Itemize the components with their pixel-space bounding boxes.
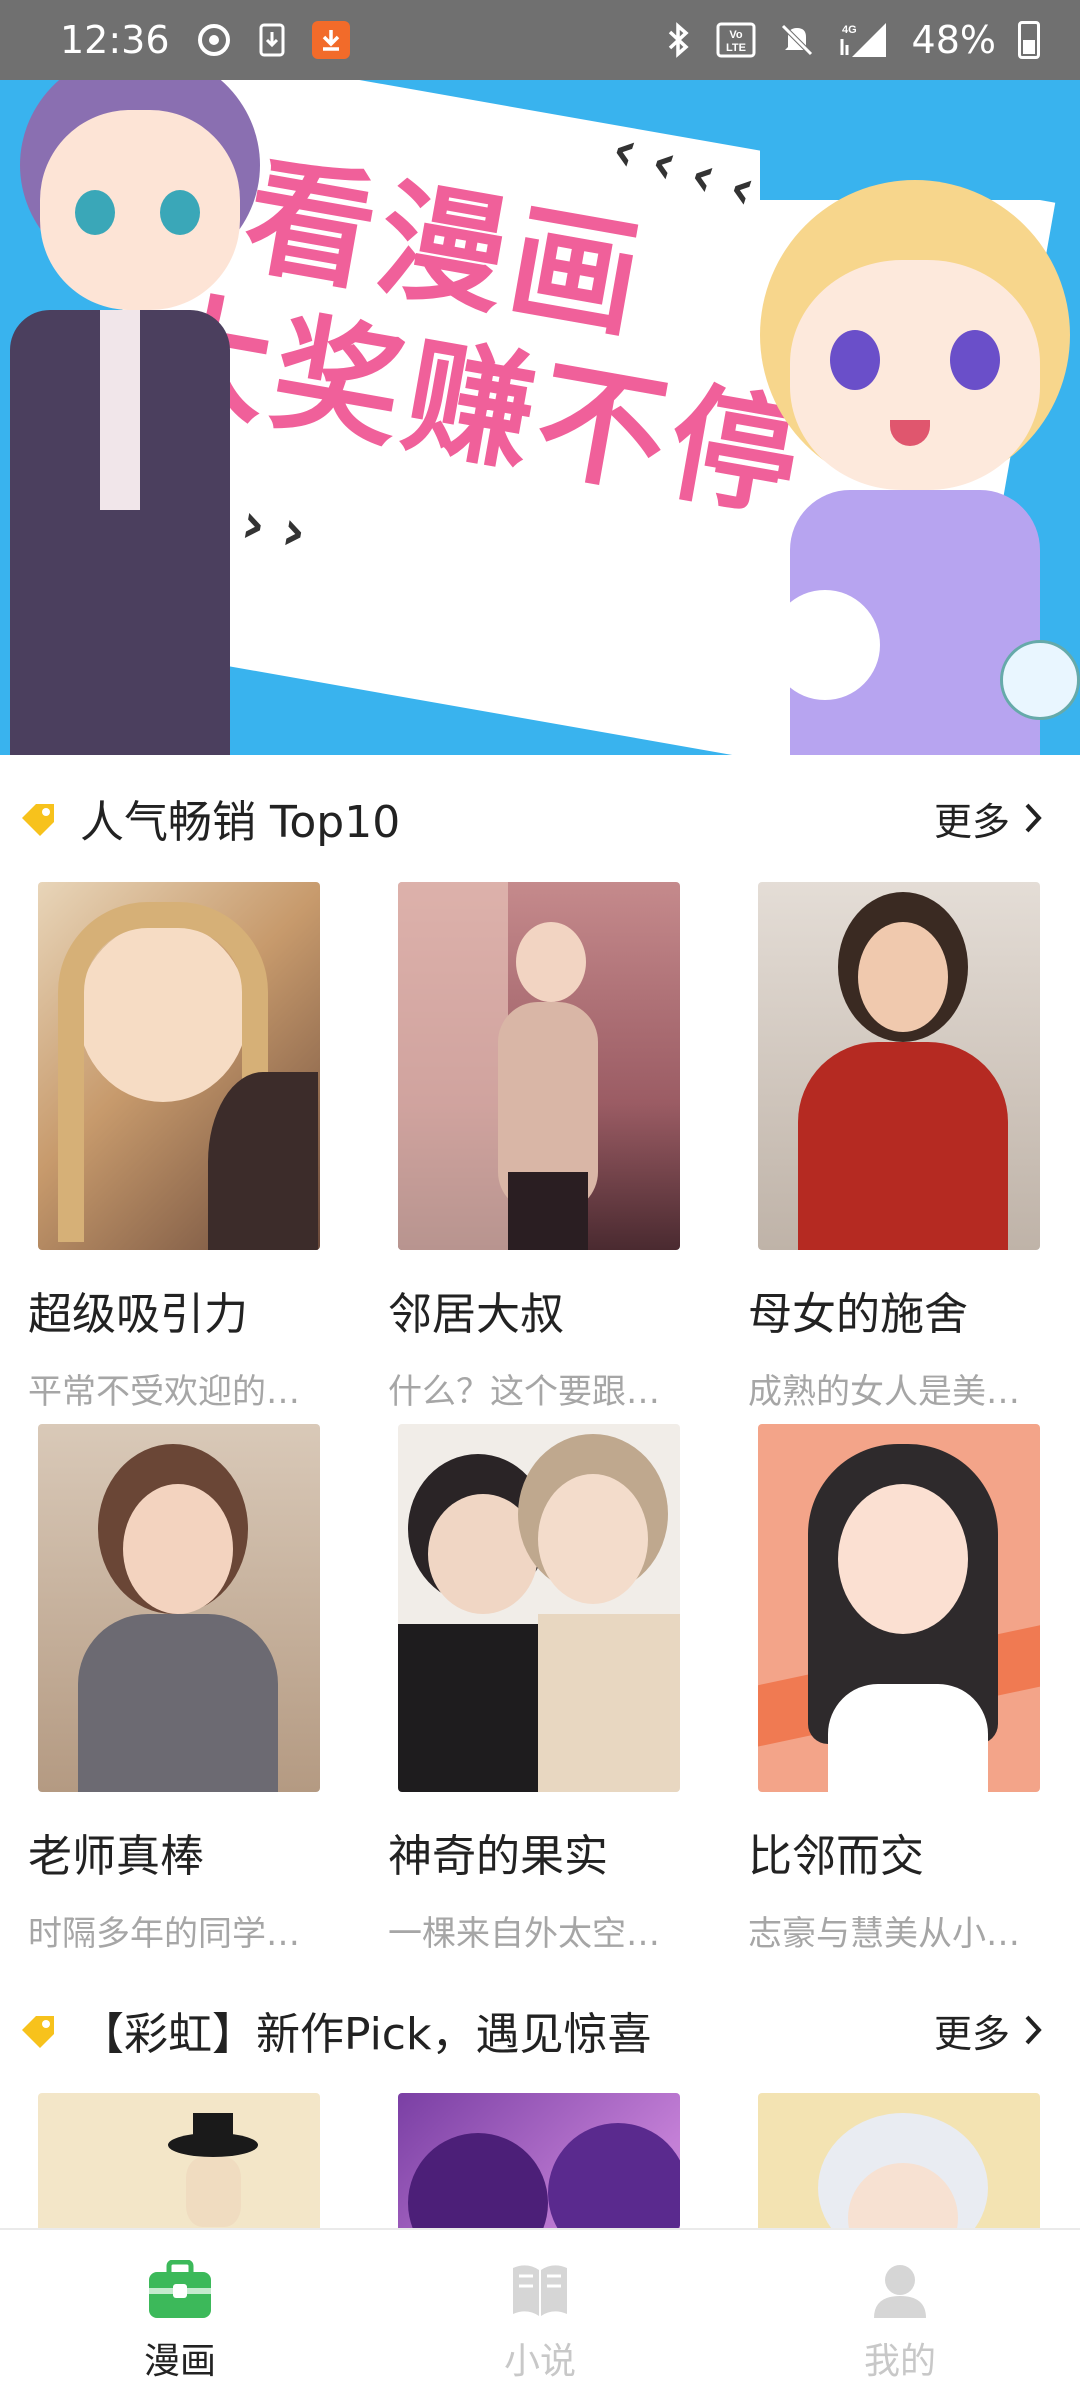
bottom-nav: 漫画 小说 我的: [0, 2228, 1080, 2400]
comic-title: 邻居大叔: [388, 1289, 564, 1340]
svg-text:LTE: LTE: [726, 42, 746, 54]
more-label: 更多: [933, 799, 1010, 844]
section-header-rainbow: 【彩虹】新作Pick，遇见惊喜 更多: [0, 1985, 1080, 2075]
more-button-rainbow[interactable]: 更多: [934, 2003, 1044, 2058]
nav-label-comics: 漫画: [143, 2341, 216, 2382]
comic-card[interactable]: 母女的施舍 成熟的女人是美酒...: [748, 882, 1048, 1413]
comic-cover: [758, 2093, 1040, 2228]
comic-desc: 什么？这个要跟我...: [388, 1372, 688, 1412]
mute-icon: [778, 21, 816, 59]
bluetooth-icon: [664, 21, 694, 59]
section-title: 人气畅销 Top10: [80, 797, 401, 848]
comic-cover: [758, 882, 1040, 1250]
more-button-top10[interactable]: 更多: [934, 791, 1044, 846]
comic-card[interactable]: [388, 2093, 688, 2228]
chevron-right-icon: [1025, 2015, 1042, 2045]
promo-banner[interactable]: ‹‹‹‹ ›››› 看漫画 大奖赚不停: [0, 80, 1080, 755]
nav-item-comics[interactable]: 漫画: [0, 2230, 360, 2400]
user-icon: [874, 2265, 926, 2318]
more-label: 更多: [933, 2011, 1010, 2056]
nav-label-profile: 我的: [863, 2341, 936, 2382]
comic-desc: 平常不受欢迎的家...: [28, 1372, 328, 1412]
status-bar: 12:36 Vo LTE 4G 48%: [0, 0, 1080, 80]
battery-percent: 48%: [911, 18, 996, 62]
comic-cover: [38, 2093, 320, 2228]
comic-cover: [758, 1424, 1040, 1792]
nav-item-novels[interactable]: 小说: [360, 2230, 720, 2400]
comic-cover: [398, 882, 680, 1250]
status-time: 12:36: [60, 18, 170, 62]
comic-card[interactable]: [28, 2093, 328, 2228]
chevron-right-icon: [1025, 803, 1042, 833]
comic-card[interactable]: [748, 2093, 1048, 2228]
download-status-icon: [258, 22, 286, 58]
section-header-top10: 人气畅销 Top10 更多: [0, 773, 1080, 863]
comic-tab-icon: [149, 2260, 211, 2318]
downloader-app-icon: [311, 21, 350, 59]
banner-character-left: [0, 80, 270, 755]
comic-desc: 志豪与慧美从小一...: [748, 1914, 1048, 1954]
svg-text:Vo: Vo: [729, 29, 743, 41]
rainbow-grid: [0, 2093, 1080, 2228]
section-title: 【彩虹】新作Pick，遇见惊喜: [80, 2009, 652, 2060]
comic-card[interactable]: 老师真棒 时隔多年的同学会...: [28, 1424, 328, 1955]
banner-character-right: [740, 140, 1080, 755]
netease-icon: [196, 22, 232, 58]
comic-desc: 时隔多年的同学会...: [28, 1914, 328, 1954]
comic-desc: 成熟的女人是美酒...: [748, 1372, 1048, 1412]
comic-cover: [38, 882, 320, 1250]
volte-icon: Vo LTE: [716, 21, 756, 59]
battery-icon: [1018, 21, 1040, 59]
comic-card[interactable]: 神奇的果实 一棵来自外太空的...: [388, 1424, 688, 1955]
nav-label-novels: 小说: [503, 2341, 576, 2382]
comic-title: 老师真棒: [28, 1831, 204, 1882]
comic-card[interactable]: 超级吸引力 平常不受欢迎的家...: [28, 882, 328, 1413]
comic-cover: [38, 1424, 320, 1792]
tag-icon: [22, 2016, 54, 2048]
comic-title: 比邻而交: [748, 1831, 924, 1882]
book-icon: [513, 2265, 567, 2316]
comic-card[interactable]: 比邻而交 志豪与慧美从小一...: [748, 1424, 1048, 1955]
comic-title: 神奇的果实: [388, 1831, 608, 1882]
tag-icon: [22, 804, 54, 836]
comic-title: 母女的施舍: [748, 1289, 968, 1340]
nav-item-profile[interactable]: 我的: [720, 2230, 1080, 2400]
comic-card[interactable]: 邻居大叔 什么？这个要跟我...: [388, 882, 688, 1413]
comic-cover: [398, 1424, 680, 1792]
comic-cover: [398, 2093, 680, 2228]
comic-desc: 一棵来自外太空的...: [388, 1914, 688, 1954]
signal-icon: 4G: [838, 21, 890, 59]
comic-title: 超级吸引力: [28, 1289, 248, 1340]
svg-text:4G: 4G: [842, 24, 857, 36]
